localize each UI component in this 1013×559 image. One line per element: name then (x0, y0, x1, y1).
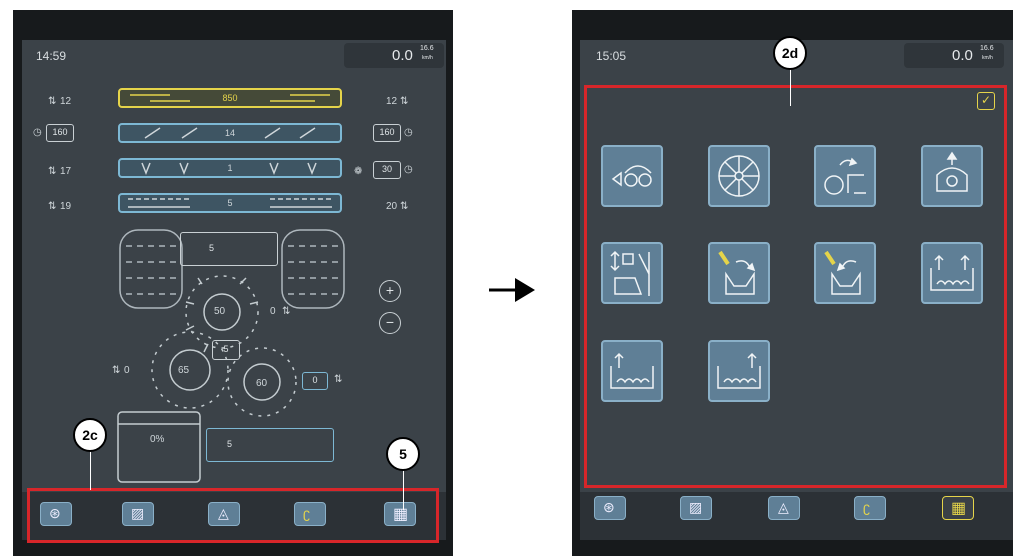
seat-icon: ʗ (863, 499, 870, 515)
zoom-out-button[interactable]: − (379, 312, 401, 334)
grid-icon: ▦ (951, 500, 967, 517)
bottom-box[interactable]: 5 (206, 428, 334, 462)
row4-right-arrow-icon: ⇅ (400, 201, 409, 212)
right-grid-highlight (584, 85, 1007, 488)
seat-button[interactable]: ʗ (854, 496, 886, 520)
speed-display: 0.0 16.6 km/h (904, 43, 1004, 68)
gear-icon: ❁ (354, 166, 363, 177)
right-tire-icon (281, 229, 345, 309)
rotor-left-label: 0 (124, 365, 130, 376)
timer-icon-right: ◷ (404, 127, 413, 138)
rotor-right-arrow-icon: ⇅ (334, 374, 343, 385)
menu-grid-button-active[interactable]: ▦ (942, 496, 974, 520)
row1-left-label: 12 (60, 96, 72, 107)
pickup-speed-pill[interactable]: 850 (118, 88, 342, 108)
speed-max: 16.6 (420, 45, 434, 52)
speed-value: 0.0 (392, 47, 413, 64)
left-header: 14:59 0.0 16.6 km/h (22, 40, 446, 68)
clock: 15:05 (596, 49, 627, 63)
callout-2d-line (790, 66, 791, 106)
row3-left-label: 17 (60, 166, 72, 177)
row1-left-arrow-icon: ⇅ (48, 96, 57, 107)
rotor-floor-value: 1 (227, 163, 233, 173)
speed-unit: km/h (982, 55, 993, 61)
row3-arrow-icon: ⇅ (48, 166, 57, 177)
knife-pill[interactable]: 14 (118, 123, 342, 143)
callout-5-line (403, 470, 404, 510)
rotor-left-value: 65 (178, 365, 190, 376)
reel-box[interactable]: 5 (180, 232, 278, 266)
knife-value: 14 (224, 128, 235, 138)
spray-icon: ◬ (778, 499, 789, 515)
row3-right-box[interactable]: 30 (373, 161, 401, 179)
pickup-speed-value: 850 (222, 93, 238, 103)
camera-icon: ▨ (689, 499, 703, 515)
callout-5: 5 (386, 437, 420, 471)
feeder-value: 5 (227, 198, 233, 208)
tank-percent: 0% (150, 434, 165, 445)
rotor-top-value: 50 (214, 306, 226, 317)
reel-value: 5 (209, 243, 215, 253)
steering-button[interactable]: ⊛ (594, 496, 626, 520)
timer-icon: ◷ (33, 127, 42, 138)
row1-right-label: 12 (386, 96, 398, 107)
clock: 14:59 (36, 49, 67, 63)
speed-display: 0.0 16.6 km/h (344, 43, 444, 68)
zoom-in-button[interactable]: + (379, 280, 401, 302)
left-tire-icon (119, 229, 183, 309)
callout-2c-line (90, 450, 91, 490)
speed-max: 16.6 (980, 45, 994, 52)
callout-2d: 2d (773, 36, 807, 70)
row1-right-arrow-icon: ⇅ (400, 96, 409, 107)
row2-right-box[interactable]: 160 (373, 124, 401, 142)
row2-left-box[interactable]: 160 (46, 124, 74, 142)
rotor-left-arrow-icon: ⇅ (112, 365, 121, 376)
rotor-right-value: 60 (256, 378, 268, 389)
feeder-pill[interactable]: 5 (118, 193, 342, 213)
left-bar-highlight (27, 488, 439, 543)
row4-arrow-icon: ⇅ (48, 201, 57, 212)
tank-icon (117, 411, 201, 483)
rotor-floor-pill[interactable]: 1 (118, 158, 342, 178)
rotor-right-box[interactable]: 0 (302, 372, 328, 390)
row4-left-label: 19 (60, 201, 72, 212)
camera-button[interactable]: ▨ (680, 496, 712, 520)
callout-2c: 2c (73, 418, 107, 452)
speed-value: 0.0 (952, 47, 973, 64)
speed-unit: km/h (422, 55, 433, 61)
rotor-top-right-label: 0 (270, 306, 276, 317)
row4-right-label: 20 (386, 201, 398, 212)
rotor-top-arrow-icon: ⇅ (282, 306, 291, 317)
rotor-mid-box[interactable]: 5 (212, 340, 240, 360)
steering-icon: ⊛ (603, 499, 615, 515)
bottom-value: 5 (227, 439, 233, 449)
spray-button[interactable]: ◬ (768, 496, 800, 520)
timer-icon-right-2: ◷ (404, 164, 413, 175)
transition-arrow-icon (489, 278, 535, 302)
